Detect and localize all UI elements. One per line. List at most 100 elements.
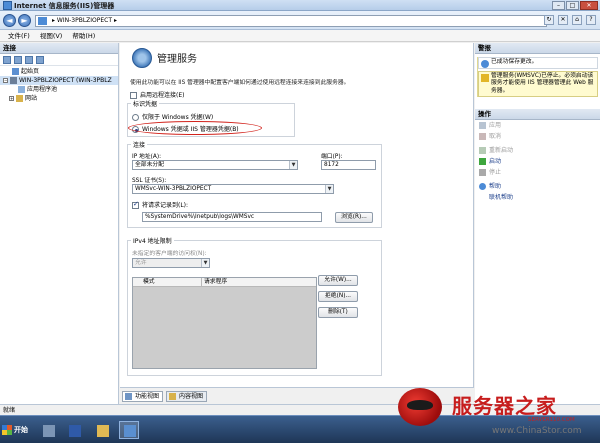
unspecified-access-select[interactable]: 允许 ▼ [132, 258, 210, 268]
taskbar-iis-manager[interactable] [119, 421, 139, 439]
ipv4-group-label: IPv4 地址限制 [131, 236, 174, 245]
maximize-button[interactable]: □ [566, 1, 579, 10]
connections-pane: 连接 起始页 − WIN-3PBLZIOPECT (WIN-3PBLZ 应用程序池… [0, 43, 119, 404]
server-manager-icon [43, 425, 55, 437]
column-mode[interactable]: 模式 [143, 278, 155, 287]
save-icon[interactable] [14, 56, 22, 64]
start-button[interactable]: 开始 [2, 423, 28, 437]
tree-item-start-page[interactable]: 起始页 [0, 67, 118, 76]
log-path-input[interactable]: %SystemDrive%\Inetpub\logs\WMSvc [142, 212, 322, 222]
tree-item-app-pools[interactable]: 应用程序池 [0, 85, 118, 94]
page-description: 使用此功能可以在 IIS 管理器中配置客户端如何通过使用远程连接来连接到此服务器… [130, 80, 350, 86]
ssl-label: SSL 证书(S): [132, 178, 167, 184]
features-view-icon [125, 393, 132, 400]
minimize-button[interactable]: – [552, 1, 565, 10]
taskbar-server-manager[interactable] [38, 421, 58, 439]
window-controls: – □ ✕ [552, 1, 598, 10]
chevron-down-icon: ▼ [201, 259, 209, 267]
column-requester[interactable]: 请求程序 [201, 278, 227, 287]
radio-windows-only[interactable] [132, 114, 139, 121]
start-page-icon [12, 68, 19, 75]
log-path-value: %SystemDrive%\Inetpub\logs\WMSvc [145, 214, 255, 220]
tree-item-sites[interactable]: + 网站 [0, 94, 118, 103]
action-start[interactable]: 启动 [475, 156, 600, 167]
ip-label: IP 地址(A): [132, 154, 162, 160]
chevron-down-icon: ▼ [325, 185, 333, 193]
title-bar: Internet 信息服务(IIS)管理器 – □ ✕ [0, 0, 600, 11]
restart-icon [479, 147, 486, 154]
port-value: 8172 [324, 162, 339, 168]
action-stop[interactable]: 停止 [475, 167, 600, 178]
ipv4-rules-list[interactable]: 模式 请求程序 [132, 277, 317, 369]
allow-button[interactable]: 允许(W)... [318, 275, 358, 286]
menu-help[interactable]: 帮助(H) [72, 30, 95, 41]
cancel-icon [479, 133, 486, 140]
alert-service-stopped: 管理服务(WMSVC)已停止。必须启动该服务才能使用 IIS 管理器管理此 We… [478, 70, 598, 97]
app-pool-icon [18, 86, 25, 93]
watermark-url-small: SERVER110.COM [528, 417, 575, 423]
address-bar: ◄ ► ▸ WIN-3PBLZIOPECT ▸ ↻ ✕ ⌂ ? [0, 11, 600, 30]
port-label: 端口(P): [321, 154, 343, 160]
stop-icon[interactable]: ✕ [558, 15, 568, 25]
enable-remote-label: 启用远程连接(E) [140, 92, 185, 99]
windows-logo-icon [2, 425, 12, 435]
help-icon[interactable]: ? [586, 15, 596, 25]
taskbar-powershell[interactable] [64, 421, 84, 439]
iis-app-icon [3, 1, 12, 10]
tab-content-view[interactable]: 内容视图 [166, 391, 208, 402]
connections-header: 连接 [0, 43, 118, 54]
disconnect-icon[interactable] [36, 56, 44, 64]
forward-button[interactable]: ► [18, 14, 31, 27]
radio-windows-only-row[interactable]: 仅限于 Windows 凭据(W) [132, 112, 213, 121]
menu-bar: 文件(F) 视图(V) 帮助(H) [0, 30, 600, 42]
address-field[interactable]: ▸ WIN-3PBLZIOPECT ▸ [35, 15, 547, 27]
action-help[interactable]: 帮助 [475, 181, 600, 192]
browse-button[interactable]: 浏览(R)... [335, 212, 373, 223]
watermark: 服务器之家 SERVER110.COM www.ChinaStor.com [380, 388, 600, 443]
redhat-logo-icon [398, 388, 442, 426]
ssl-certificate-value: WMSvc-WIN-3PBLZIOPECT [135, 186, 212, 192]
window-title: Internet 信息服务(IIS)管理器 [14, 2, 115, 10]
remove-button[interactable]: 删除(T) [318, 307, 358, 318]
action-online-help[interactable]: 联机帮助 [475, 192, 600, 203]
connection-group-label: 连接 [131, 140, 148, 149]
menu-view[interactable]: 视图(V) [40, 30, 63, 41]
log-requests-row[interactable]: 将请求记录到(L): [132, 200, 188, 209]
page-title: 管理服务 [157, 54, 197, 65]
highlight-annotation [128, 121, 262, 135]
connect-icon[interactable] [3, 56, 11, 64]
tree-item-server[interactable]: − WIN-3PBLZIOPECT (WIN-3PBLZ [0, 76, 118, 85]
home-icon[interactable]: ⌂ [572, 15, 582, 25]
radio-windows-only-label: 仅限于 Windows 凭据(W) [142, 114, 214, 121]
server-icon [38, 17, 47, 25]
sites-folder-icon [16, 95, 23, 102]
menu-file[interactable]: 文件(F) [8, 30, 30, 41]
enable-remote-row[interactable]: 启用远程连接(E) [130, 90, 184, 99]
info-icon [481, 60, 489, 68]
taskbar-explorer[interactable] [92, 421, 112, 439]
folder-icon [97, 425, 109, 437]
refresh-icon[interactable]: ↻ [544, 15, 554, 25]
back-button[interactable]: ◄ [3, 14, 16, 27]
port-input[interactable]: 8172 [321, 160, 376, 170]
deny-button[interactable]: 拒绝(N)... [318, 291, 358, 302]
action-cancel[interactable]: 取消 [475, 131, 600, 142]
alert-saved: 已成功保存更改。 [478, 57, 598, 69]
close-button[interactable]: ✕ [580, 1, 598, 10]
action-apply[interactable]: 应用 [475, 120, 600, 131]
action-restart[interactable]: 重新启动 [475, 145, 600, 156]
log-requests-checkbox[interactable] [132, 200, 139, 209]
collapse-icon[interactable]: − [3, 78, 8, 83]
unspecified-access-label: 未指定的客户端的访问权(N): [132, 251, 207, 257]
content-view-icon [169, 393, 176, 400]
expand-icon[interactable]: + [9, 96, 14, 101]
ssl-certificate-select[interactable]: WMSvc-WIN-3PBLZIOPECT ▼ [132, 184, 334, 194]
up-icon[interactable] [25, 56, 33, 64]
tab-features-view[interactable]: 功能视图 [122, 391, 164, 402]
enable-remote-checkbox[interactable] [130, 92, 137, 99]
stop-icon [479, 169, 486, 176]
server-icon [10, 77, 17, 84]
ip-address-select[interactable]: 全部未分配 ▼ [132, 160, 298, 170]
address-path: ▸ WIN-3PBLZIOPECT ▸ [52, 17, 117, 24]
list-header: 模式 请求程序 [133, 278, 316, 287]
